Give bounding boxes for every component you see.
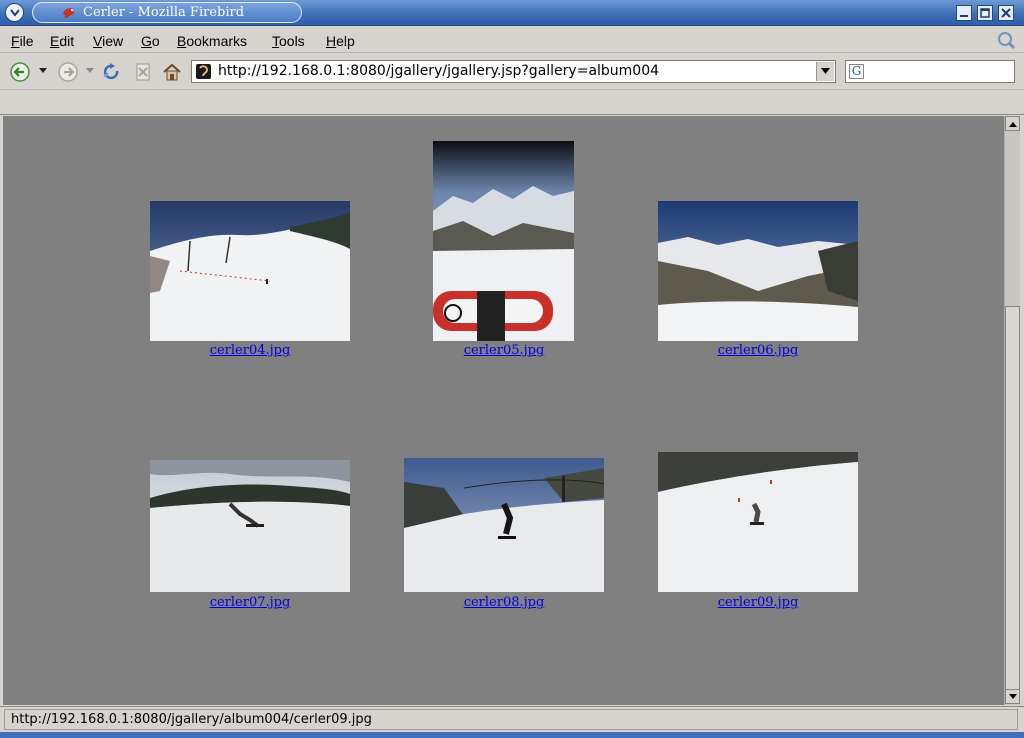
maximize-button[interactable] (977, 5, 993, 21)
reload-icon[interactable] (100, 61, 122, 83)
maximize-icon (980, 8, 990, 18)
menu-file[interactable]: File (11, 33, 34, 49)
url-input[interactable]: http://192.168.0.1:8080/jgallery/jgaller… (218, 63, 659, 79)
snowboarder-carving-photo (150, 460, 350, 592)
minimize-icon (960, 15, 968, 17)
thumbnail-cerler06[interactable] (658, 201, 858, 341)
thumbnail-cerler07[interactable] (150, 460, 350, 592)
status-text: http://192.168.0.1:8080/jgallery/album00… (11, 712, 372, 727)
snowboard-mountain-photo (433, 141, 574, 341)
menu-view[interactable]: View (93, 33, 123, 49)
forward-icon[interactable] (57, 61, 79, 83)
search-box[interactable]: G (845, 60, 1015, 83)
url-bar[interactable]: http://192.168.0.1:8080/jgallery/jgaller… (191, 60, 836, 83)
chevron-down-icon (10, 9, 20, 17)
site-favicon-icon (196, 64, 211, 79)
thumbnail-cerler05[interactable] (433, 141, 574, 341)
window-menu-button[interactable] (5, 3, 24, 22)
firebird-icon (63, 8, 75, 18)
minimize-button[interactable] (956, 5, 972, 21)
back-dropdown-icon[interactable] (39, 68, 47, 74)
caption-cerler04[interactable]: cerler04.jpg (210, 343, 291, 358)
scroll-up-button[interactable] (1005, 116, 1020, 131)
menu-go[interactable]: Go (141, 33, 160, 49)
vertical-scrollbar[interactable] (1004, 116, 1020, 705)
snowboarder-descent-photo (658, 452, 858, 592)
status-bar: http://192.168.0.1:8080/jgallery/album00… (0, 706, 1024, 732)
window-bottom-border (0, 732, 1024, 738)
close-button[interactable] (998, 5, 1014, 21)
snowboarder-lift-photo (404, 458, 604, 592)
menu-tools[interactable]: Tools (272, 33, 305, 49)
chevron-down-icon (821, 68, 830, 74)
menu-help[interactable]: Help (326, 33, 355, 49)
menubar: File Edit View Go Bookmarks Tools Help (0, 27, 1024, 53)
scroll-down-button[interactable] (1005, 689, 1020, 704)
menu-edit[interactable]: Edit (50, 33, 74, 49)
back-icon[interactable] (9, 61, 31, 83)
url-history-dropdown[interactable] (816, 62, 834, 81)
arrow-down-icon (1009, 694, 1017, 699)
stop-icon[interactable] (132, 61, 154, 83)
arrow-up-icon (1009, 122, 1017, 127)
caption-cerler06[interactable]: cerler06.jpg (718, 343, 799, 358)
menu-bookmarks[interactable]: Bookmarks (177, 33, 247, 49)
status-panel: http://192.168.0.1:8080/jgallery/album00… (4, 709, 1018, 730)
title-pill: Cerler - Mozilla Firebird (32, 2, 302, 23)
close-icon (1001, 8, 1011, 18)
valley-panorama-photo (658, 201, 858, 341)
forward-dropdown-icon[interactable] (86, 68, 94, 74)
caption-cerler09[interactable]: cerler09.jpg (718, 595, 799, 610)
thumbnail-cerler04[interactable] (150, 201, 350, 341)
bookmarks-toolbar (0, 91, 1024, 115)
google-engine-icon[interactable]: G (849, 64, 864, 79)
caption-cerler07[interactable]: cerler07.jpg (210, 595, 291, 610)
throbber-icon (998, 32, 1016, 50)
scroll-thumb[interactable] (1005, 306, 1020, 690)
page-content: cerler04.jpg cerler05.jpg cerler06.jpg c… (3, 116, 1004, 705)
home-icon[interactable] (161, 61, 183, 83)
ski-slope-photo (150, 201, 350, 341)
thumbnail-cerler08[interactable] (404, 458, 604, 592)
thumbnail-cerler09[interactable] (658, 452, 858, 592)
caption-cerler05[interactable]: cerler05.jpg (464, 343, 545, 358)
caption-cerler08[interactable]: cerler08.jpg (464, 595, 545, 610)
window-titlebar[interactable]: Cerler - Mozilla Firebird (0, 0, 1024, 26)
window-title: Cerler - Mozilla Firebird (83, 5, 245, 20)
